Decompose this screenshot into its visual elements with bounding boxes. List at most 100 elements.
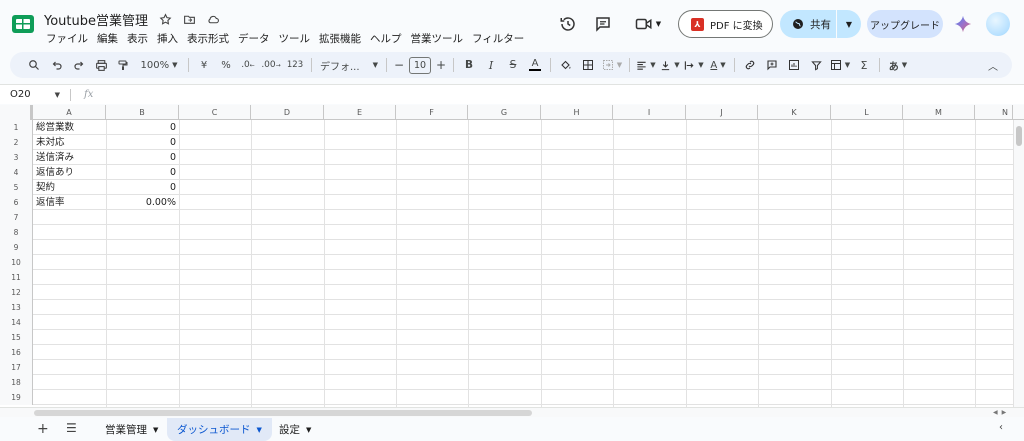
scroll-left-icon[interactable]: ◀ (993, 409, 998, 416)
cell-b[interactable] (106, 345, 179, 360)
scroll-right-icon[interactable]: ▶ (1002, 409, 1007, 416)
cell-a[interactable] (33, 300, 106, 315)
cell-b[interactable]: 0 (106, 120, 179, 135)
cell-a[interactable]: 送信済み (33, 150, 106, 165)
column-header-n[interactable]: N (975, 105, 1013, 120)
select-all-corner[interactable] (0, 105, 33, 120)
cell-a[interactable] (33, 315, 106, 330)
vertical-scroll-thumb[interactable] (1016, 126, 1022, 146)
cell-a[interactable]: 総営業数 (33, 120, 106, 135)
row-header[interactable]: 11 (0, 270, 33, 285)
name-box[interactable]: O20 ▼ (0, 89, 70, 100)
row-header[interactable]: 12 (0, 285, 33, 300)
font-size-field[interactable]: 10 (407, 54, 433, 76)
row-header[interactable]: 4 (0, 165, 33, 180)
font-family-select[interactable]: デフォ... ▼ (316, 54, 382, 76)
column-header-a[interactable]: A (33, 105, 106, 120)
cell-a[interactable]: 未対応 (33, 135, 106, 150)
zoom-select[interactable]: 100% ▼ (134, 54, 184, 76)
horizontal-scrollbar[interactable]: ◀ ▶ (0, 407, 1024, 417)
input-tools-button[interactable]: あ ▼ (884, 54, 912, 76)
cell-b[interactable] (106, 315, 179, 330)
share-button[interactable]: 共有 ▼ (780, 10, 861, 38)
column-header-f[interactable]: F (396, 105, 468, 120)
column-header-g[interactable]: G (468, 105, 541, 120)
fill-color-icon[interactable] (555, 54, 577, 76)
strikethrough-button[interactable]: S (502, 54, 524, 76)
cell-a[interactable]: 返信あり (33, 165, 106, 180)
sheet-tab-dashboard[interactable]: ダッシュボード ▼ (167, 418, 272, 441)
cell-b[interactable]: 0.00% (106, 195, 179, 210)
cell-a[interactable]: 返信率 (33, 195, 106, 210)
column-header-b[interactable]: B (106, 105, 179, 120)
vertical-align-icon[interactable]: ▼ (658, 54, 682, 76)
column-header-h[interactable]: H (541, 105, 613, 120)
menu-filter[interactable]: フィルター (472, 31, 529, 46)
move-folder-icon[interactable] (181, 11, 197, 27)
cell-b[interactable]: 0 (106, 150, 179, 165)
font-size-decrease-icon[interactable]: − (391, 54, 407, 76)
collapse-toolbar-icon[interactable]: ︿ (982, 54, 1004, 76)
insert-chart-icon[interactable] (783, 54, 805, 76)
row-header[interactable]: 7 (0, 210, 33, 225)
sheet-tab-settings[interactable]: 設定 ▼ (269, 418, 321, 441)
column-header-l[interactable]: L (831, 105, 903, 120)
bold-button[interactable]: B (458, 54, 480, 76)
horizontal-align-icon[interactable]: ▼ (634, 54, 658, 76)
share-dropdown-icon[interactable]: ▼ (837, 20, 861, 29)
currency-format-button[interactable]: ¥ (193, 54, 215, 76)
comment-icon[interactable] (591, 12, 615, 36)
row-header[interactable]: 5 (0, 180, 33, 195)
gemini-sparkle-icon[interactable] (954, 15, 972, 33)
menu-sales-tools[interactable]: 営業ツール (411, 31, 469, 46)
row-header[interactable]: 8 (0, 225, 33, 240)
increase-decimal-button[interactable]: .00 → (259, 54, 283, 76)
sheet-menu-icon[interactable]: ▼ (306, 426, 311, 434)
search-menus-icon[interactable] (22, 54, 46, 76)
cell-a[interactable]: 契約 (33, 180, 106, 195)
menu-format[interactable]: 表示形式 (187, 31, 234, 46)
spreadsheet-grid[interactable]: A B C D E F G H I J K L M N 1 総営業数 0 2 未対応 0 3… (0, 105, 1024, 407)
menu-extensions[interactable]: 拡張機能 (319, 31, 366, 46)
undo-icon[interactable] (46, 54, 68, 76)
row-header[interactable]: 6 (0, 195, 33, 210)
font-size-increase-icon[interactable]: + (433, 54, 449, 76)
cloud-status-icon[interactable] (205, 11, 221, 27)
column-header-c[interactable]: C (179, 105, 251, 120)
cell-a[interactable] (33, 375, 106, 390)
column-header-d[interactable]: D (251, 105, 324, 120)
add-sheet-icon[interactable]: + (37, 421, 49, 437)
cell-b[interactable]: 0 (106, 180, 179, 195)
star-icon[interactable] (157, 11, 173, 27)
row-header[interactable]: 3 (0, 150, 33, 165)
all-sheets-icon[interactable]: ☰ (66, 421, 77, 435)
column-header-e[interactable]: E (324, 105, 396, 120)
pdf-convert-button[interactable]: ⅄ PDF に変換 (678, 10, 773, 38)
document-title[interactable]: Youtube営業管理 (44, 10, 148, 29)
menu-view[interactable]: 表示 (127, 31, 153, 46)
cell-a[interactable] (33, 270, 106, 285)
text-color-button[interactable]: A (524, 54, 546, 76)
filter-icon[interactable] (805, 54, 827, 76)
row-header[interactable]: 14 (0, 315, 33, 330)
horizontal-scroll-thumb[interactable] (34, 410, 532, 416)
explore-collapse-icon[interactable]: ‹ (999, 422, 1003, 433)
merge-cells-icon[interactable]: ▼ (599, 54, 625, 76)
cell-a[interactable] (33, 330, 106, 345)
vertical-scrollbar[interactable] (1013, 120, 1024, 407)
row-header[interactable]: 2 (0, 135, 33, 150)
cell-a[interactable] (33, 210, 106, 225)
functions-icon[interactable]: Σ (853, 54, 875, 76)
cell-b[interactable] (106, 270, 179, 285)
menu-help[interactable]: ヘルプ (370, 31, 407, 46)
text-rotation-icon[interactable]: A ▼ (706, 54, 730, 76)
cell-a[interactable] (33, 240, 106, 255)
history-icon[interactable] (556, 12, 580, 36)
cell-b[interactable] (106, 360, 179, 375)
menu-edit[interactable]: 編集 (97, 31, 123, 46)
cell-b[interactable]: 0 (106, 135, 179, 150)
row-header[interactable]: 9 (0, 240, 33, 255)
name-box-dropdown-icon[interactable]: ▼ (55, 91, 60, 99)
column-header-k[interactable]: K (758, 105, 831, 120)
text-wrap-icon[interactable]: ▼ (682, 54, 706, 76)
